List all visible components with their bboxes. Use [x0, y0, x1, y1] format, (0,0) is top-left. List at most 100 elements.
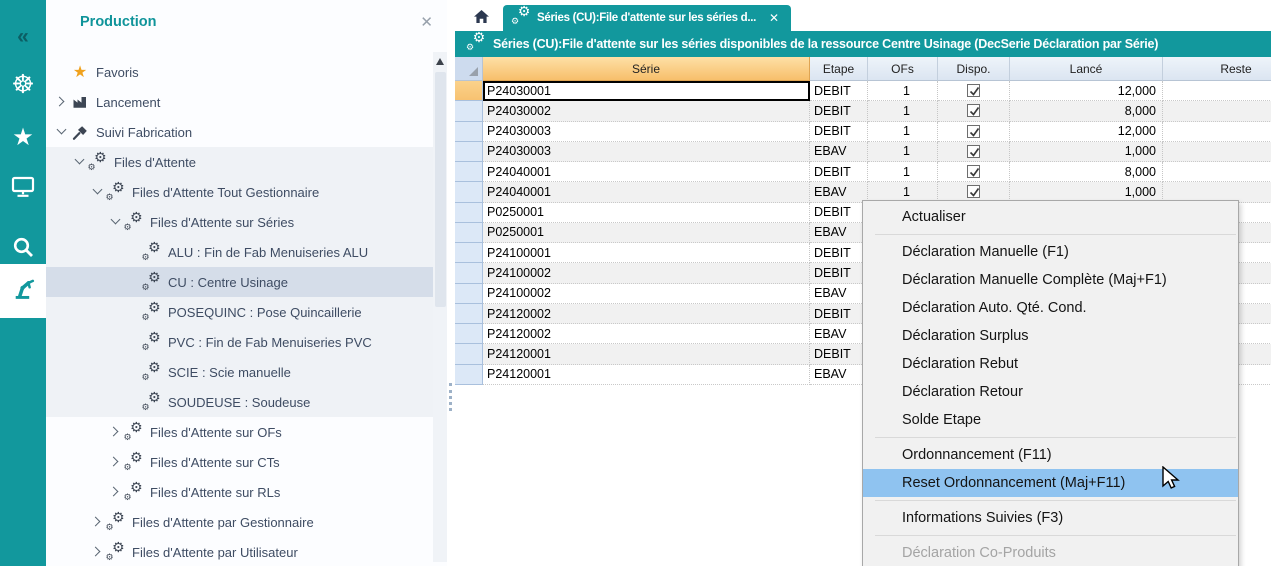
- row-header-cell[interactable]: [455, 142, 483, 162]
- menu-item-declaration-manuelle[interactable]: Déclaration Manuelle (F1): [863, 238, 1238, 266]
- chevron-right-icon[interactable]: [54, 94, 70, 110]
- column-header-srie[interactable]: Série: [483, 57, 810, 81]
- column-header-reste[interactable]: Reste: [1163, 57, 1271, 81]
- tree-item-favoris[interactable]: ★Favoris: [46, 57, 433, 87]
- cell-serie[interactable]: P0250001: [483, 203, 810, 223]
- select-all-corner-cell[interactable]: [455, 57, 483, 81]
- menu-item-declaration-retour[interactable]: Déclaration Retour: [863, 378, 1238, 406]
- cell-serie[interactable]: P24100002: [483, 263, 810, 283]
- cell-serie[interactable]: P24120002: [483, 304, 810, 324]
- cell-etape[interactable]: DEBIT: [810, 304, 868, 324]
- cell-lance[interactable]: 12,000: [1010, 122, 1163, 142]
- rail-item-production[interactable]: [0, 264, 46, 318]
- cell-reste[interactable]: [1163, 81, 1271, 101]
- cell-etape[interactable]: EBAV: [810, 223, 868, 243]
- rail-item-favorites[interactable]: ★: [0, 114, 46, 160]
- menu-item-reset-ordonnancement[interactable]: Reset Ordonnancement (Maj+F11): [863, 469, 1238, 497]
- cell-reste[interactable]: [1163, 122, 1271, 142]
- cell-etape[interactable]: DEBIT: [810, 344, 868, 364]
- row-header-cell[interactable]: [455, 122, 483, 142]
- column-header-ofs[interactable]: OFs: [868, 57, 938, 81]
- menu-item-solde-etape[interactable]: Solde Etape: [863, 406, 1238, 434]
- cell-reste[interactable]: [1163, 101, 1271, 121]
- menu-item-declaration-surplus[interactable]: Déclaration Surplus: [863, 322, 1238, 350]
- rail-item-modules[interactable]: ☸: [0, 62, 46, 108]
- row-header-cell[interactable]: [455, 344, 483, 364]
- cell-etape[interactable]: DEBIT: [810, 81, 868, 101]
- cell-ofs[interactable]: 1: [868, 162, 938, 182]
- checkbox-checked-icon[interactable]: [967, 165, 980, 178]
- checkbox-checked-icon[interactable]: [967, 104, 980, 117]
- tree-scrollbar[interactable]: [433, 52, 447, 562]
- row-header-cell[interactable]: [455, 182, 483, 202]
- tab-series-cu[interactable]: ⚙⚙ Séries (CU):File d'attente sur les sé…: [503, 5, 791, 31]
- menu-item-declaration-rebut[interactable]: Déclaration Rebut: [863, 350, 1238, 378]
- cell-dispo[interactable]: [938, 162, 1010, 182]
- cell-dispo[interactable]: [938, 122, 1010, 142]
- cell-ofs[interactable]: 1: [868, 122, 938, 142]
- cell-lance[interactable]: 8,000: [1010, 162, 1163, 182]
- menu-item-declaration-auto-qte-cond[interactable]: Déclaration Auto. Qté. Cond.: [863, 294, 1238, 322]
- tree-item-posequinc[interactable]: ⚙⚙POSEQUINC : Pose Quincaillerie: [46, 297, 433, 327]
- chevron-right-icon[interactable]: [90, 544, 106, 560]
- cell-serie[interactable]: P24120002: [483, 324, 810, 344]
- cell-serie[interactable]: P24040001: [483, 182, 810, 202]
- menu-item-informations-suivies[interactable]: Informations Suivies (F3): [863, 504, 1238, 532]
- row-header-cell[interactable]: [455, 284, 483, 304]
- tree-item-files-attente-par-gestionnaire[interactable]: ⚙⚙Files d'Attente par Gestionnaire: [46, 507, 433, 537]
- scroll-up-icon[interactable]: [436, 58, 444, 65]
- menu-item-ordonnancement[interactable]: Ordonnancement (F11): [863, 441, 1238, 469]
- tree-item-files-attente-sur-ofs[interactable]: ⚙⚙Files d'Attente sur OFs: [46, 417, 433, 447]
- cell-lance[interactable]: 8,000: [1010, 101, 1163, 121]
- row-header-cell[interactable]: [455, 304, 483, 324]
- row-header-cell[interactable]: [455, 263, 483, 283]
- column-header-lanc[interactable]: Lancé: [1010, 57, 1163, 81]
- chevron-down-icon[interactable]: [54, 124, 70, 140]
- chevron-down-icon[interactable]: [108, 214, 124, 230]
- cell-etape[interactable]: EBAV: [810, 324, 868, 344]
- checkbox-checked-icon[interactable]: [967, 125, 980, 138]
- tree-item-soudeuse[interactable]: ⚙⚙SOUDEUSE : Soudeuse: [46, 387, 433, 417]
- cell-ofs[interactable]: 1: [868, 142, 938, 162]
- cell-etape[interactable]: DEBIT: [810, 101, 868, 121]
- row-header-cell[interactable]: [455, 365, 483, 385]
- chevron-right-icon[interactable]: [90, 514, 106, 530]
- cell-etape[interactable]: DEBIT: [810, 162, 868, 182]
- tree-item-cu[interactable]: ⚙⚙CU : Centre Usinage: [46, 267, 433, 297]
- cell-etape[interactable]: EBAV: [810, 365, 868, 385]
- tree-item-files-attente-sur-rls[interactable]: ⚙⚙Files d'Attente sur RLs: [46, 477, 433, 507]
- cell-etape[interactable]: EBAV: [810, 142, 868, 162]
- tab-home[interactable]: [462, 6, 500, 31]
- cell-etape[interactable]: DEBIT: [810, 203, 868, 223]
- tree-item-files-attente-sur-cts[interactable]: ⚙⚙Files d'Attente sur CTs: [46, 447, 433, 477]
- row-header-cell[interactable]: [455, 203, 483, 223]
- panel-splitter[interactable]: [447, 0, 455, 566]
- row-header-cell[interactable]: [455, 162, 483, 182]
- tree-item-scie[interactable]: ⚙⚙SCIE : Scie manuelle: [46, 357, 433, 387]
- cell-lance[interactable]: 1,000: [1010, 142, 1163, 162]
- scrollbar-thumb[interactable]: [435, 72, 446, 307]
- cell-serie[interactable]: P0250001: [483, 223, 810, 243]
- column-header-etape[interactable]: Etape: [810, 57, 868, 81]
- cell-serie[interactable]: P24030001: [483, 81, 810, 101]
- cell-etape[interactable]: EBAV: [810, 182, 868, 202]
- cell-serie[interactable]: P24030002: [483, 101, 810, 121]
- cell-serie[interactable]: P24030003: [483, 122, 810, 142]
- row-header-cell[interactable]: [455, 243, 483, 263]
- cell-dispo[interactable]: [938, 142, 1010, 162]
- cell-ofs[interactable]: 1: [868, 81, 938, 101]
- tree-item-files-attente[interactable]: ⚙⚙Files d'Attente: [46, 147, 433, 177]
- cell-lance[interactable]: 12,000: [1010, 81, 1163, 101]
- tree-item-files-attente-tout-gestionnaire[interactable]: ⚙⚙Files d'Attente Tout Gestionnaire: [46, 177, 433, 207]
- cell-serie[interactable]: P24120001: [483, 344, 810, 364]
- chevron-down-icon[interactable]: [90, 184, 106, 200]
- tree-item-alu[interactable]: ⚙⚙ALU : Fin de Fab Menuiseries ALU: [46, 237, 433, 267]
- tree-item-pvc[interactable]: ⚙⚙PVC : Fin de Fab Menuiseries PVC: [46, 327, 433, 357]
- cell-reste[interactable]: [1163, 162, 1271, 182]
- tab-close-icon[interactable]: ✕: [769, 11, 779, 25]
- cell-etape[interactable]: DEBIT: [810, 263, 868, 283]
- checkbox-checked-icon[interactable]: [967, 84, 980, 97]
- chevron-right-icon[interactable]: [108, 424, 124, 440]
- cell-ofs[interactable]: 1: [868, 101, 938, 121]
- cell-serie[interactable]: P24100002: [483, 284, 810, 304]
